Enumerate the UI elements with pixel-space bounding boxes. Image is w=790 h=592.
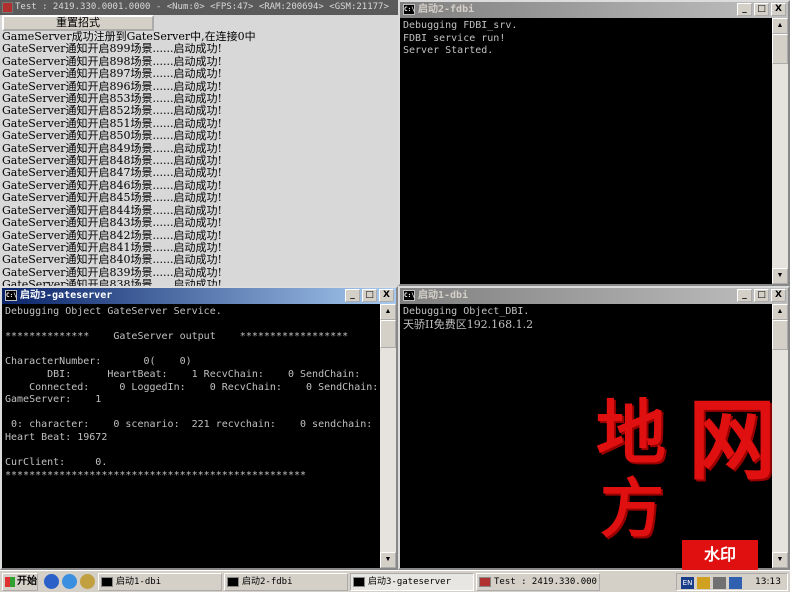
reset-moves-button[interactable]: 重置招式 xyxy=(2,15,154,31)
log-line: Debugging Object GateServer Service. xyxy=(5,306,222,317)
gateserver-console-window[interactable]: C:\ 启动3-gateserver _ □ X Debugging Objec… xyxy=(0,286,398,570)
fdbi-scrollbar[interactable]: ▲ ▼ xyxy=(772,18,788,284)
console-icon: C:\ xyxy=(403,4,415,15)
taskbar: 开始 启动1-dbi 启动2-fdbi 启动3-gateserver Test … xyxy=(0,570,790,592)
log-line: Heart Beat: 19672 xyxy=(5,431,108,443)
task-label: 启动2-fdbi xyxy=(242,577,293,587)
log-line: DBI: HeartBeat: 1 RecvChain: 0 SendChain… xyxy=(5,368,361,380)
minimize-button[interactable]: _ xyxy=(737,3,752,16)
scroll-up-button[interactable]: ▲ xyxy=(772,304,788,320)
fdbi-console-output: Debugging FDBI_srv. FDBI service run! Serv… xyxy=(400,18,772,284)
minimize-button[interactable]: _ xyxy=(737,289,752,302)
log-line: GateServer通知开启899场景......启动成功! xyxy=(2,42,222,56)
log-line: Connected: 0 LoggedIn: 0 RecvChain: 0 Se… xyxy=(5,381,379,393)
gateserver-console-output: Debugging Object GateServer Service. ***… xyxy=(2,304,380,568)
tray-app-icon[interactable] xyxy=(697,577,710,589)
close-button[interactable]: X xyxy=(771,3,786,16)
log-line: CurClient: 0. xyxy=(5,457,108,469)
scroll-down-button[interactable]: ▼ xyxy=(380,552,396,568)
game-title: Test : 2419.330.0001.0000 - <Num:0> <FPS… xyxy=(15,2,389,12)
log-line: GateServer通知开启845场景......启动成功! xyxy=(2,191,222,205)
log-line: GateServer通知开启847场景......启动成功! xyxy=(2,166,222,180)
task-label: Test : 2419.330.000... xyxy=(494,577,599,587)
maximize-button[interactable]: □ xyxy=(362,289,377,302)
watermark-char-3: 方 xyxy=(600,472,664,547)
close-button[interactable]: X xyxy=(379,289,394,302)
console-icon xyxy=(353,577,365,587)
log-line: GateServer通知开启840场景......启动成功! xyxy=(2,253,222,267)
desktop-quicklaunch-icon[interactable] xyxy=(44,574,59,589)
gateserver-title-bar[interactable]: C:\ 启动3-gateserver _ □ X xyxy=(2,288,396,304)
fdbi-title: 启动2-fdbi xyxy=(418,4,475,15)
scroll-up-button[interactable]: ▲ xyxy=(380,304,396,320)
maximize-button[interactable]: □ xyxy=(754,3,769,16)
scroll-down-button[interactable]: ▼ xyxy=(772,552,788,568)
watermark-char-1: 地 xyxy=(596,391,666,474)
game-log: GameServer成功注册到GateServer中,在连接0中 GateServ… xyxy=(2,31,396,286)
game-title-bar[interactable]: Test : 2419.330.0001.0000 - <Num:0> <FPS… xyxy=(0,0,398,15)
watermark-char-2: 网 xyxy=(688,388,777,492)
gateserver-scrollbar[interactable]: ▲ ▼ xyxy=(380,304,396,568)
fdbi-title-bar[interactable]: C:\ 启动2-fdbi _ □ X xyxy=(400,2,788,18)
taskbar-item-test[interactable]: Test : 2419.330.000... xyxy=(476,573,600,591)
clock: 13:13 xyxy=(755,577,781,587)
console-line: Debugging FDBI_srv. xyxy=(403,20,518,31)
console-icon xyxy=(101,577,113,587)
log-line: CharacterNumber: 0( 0) xyxy=(5,356,192,368)
windows-flag-icon xyxy=(5,577,15,587)
language-indicator[interactable]: EN xyxy=(681,577,694,589)
taskbar-item-dbi[interactable]: 启动1-dbi xyxy=(98,573,222,591)
scroll-thumb[interactable] xyxy=(772,320,788,350)
console-line: FDBI service run! xyxy=(403,32,506,44)
start-button[interactable]: 开始 xyxy=(2,573,38,591)
scroll-down-button[interactable]: ▼ xyxy=(772,268,788,284)
start-label: 开始 xyxy=(17,576,37,587)
log-line: GateServer通知开启897场景......启动成功! xyxy=(2,67,222,81)
game-app-icon xyxy=(2,2,13,13)
fdbi-console-window[interactable]: C:\ 启动2-fdbi _ □ X Debugging FDBI_srv. FD… xyxy=(398,0,790,286)
dbi-title-bar[interactable]: C:\ 启动1-dbi _ □ X xyxy=(400,288,788,304)
scroll-thumb[interactable] xyxy=(772,34,788,64)
volume-icon[interactable] xyxy=(713,577,726,589)
log-line: GateServer通知开启838场景......启动成功! xyxy=(2,278,222,286)
task-label: 启动1-dbi xyxy=(116,577,162,587)
console-icon: C:\ xyxy=(5,290,17,301)
dbi-title: 启动1-dbi xyxy=(418,290,469,301)
console-line: Debugging Object_DBI. xyxy=(403,306,530,317)
game-window[interactable]: Test : 2419.330.0001.0000 - <Num:0> <FPS… xyxy=(0,0,398,286)
system-tray: EN 13:13 xyxy=(676,573,788,591)
gateserver-title: 启动3-gateserver xyxy=(20,290,113,301)
scroll-up-button[interactable]: ▲ xyxy=(772,18,788,34)
watermark-tag: 水印 xyxy=(682,540,758,570)
log-line: GateServer通知开启850场景......启动成功! xyxy=(2,129,222,143)
minimize-button[interactable]: _ xyxy=(345,289,360,302)
log-line: 0: character: 0 scenario: 221 recvchain:… xyxy=(5,419,373,431)
game-app-icon xyxy=(479,577,491,587)
network-icon[interactable] xyxy=(729,577,742,589)
console-icon xyxy=(227,577,239,587)
log-line: ****************************************… xyxy=(5,469,307,481)
ie-quicklaunch-icon[interactable] xyxy=(62,574,77,589)
taskbar-item-fdbi[interactable]: 启动2-fdbi xyxy=(224,573,348,591)
log-line: GateServer通知开启852场景......启动成功! xyxy=(2,104,222,118)
scroll-thumb[interactable] xyxy=(380,320,396,348)
close-button[interactable]: X xyxy=(771,289,786,302)
maximize-button[interactable]: □ xyxy=(754,289,769,302)
task-label: 启动3-gateserver xyxy=(368,577,452,587)
taskbar-item-gateserver[interactable]: 启动3-gateserver xyxy=(350,573,474,591)
console-icon: C:\ xyxy=(403,290,415,301)
console-line: Server Started. xyxy=(403,45,494,57)
log-line: GateServer通知开启843场景......启动成功! xyxy=(2,216,222,230)
console-line: 天骄II免费区192.168.1.2 xyxy=(403,317,534,331)
outlook-quicklaunch-icon[interactable] xyxy=(80,574,95,589)
log-line: ************** GateServer output *******… xyxy=(5,331,349,343)
log-line: GameServer: 1 xyxy=(5,394,102,406)
